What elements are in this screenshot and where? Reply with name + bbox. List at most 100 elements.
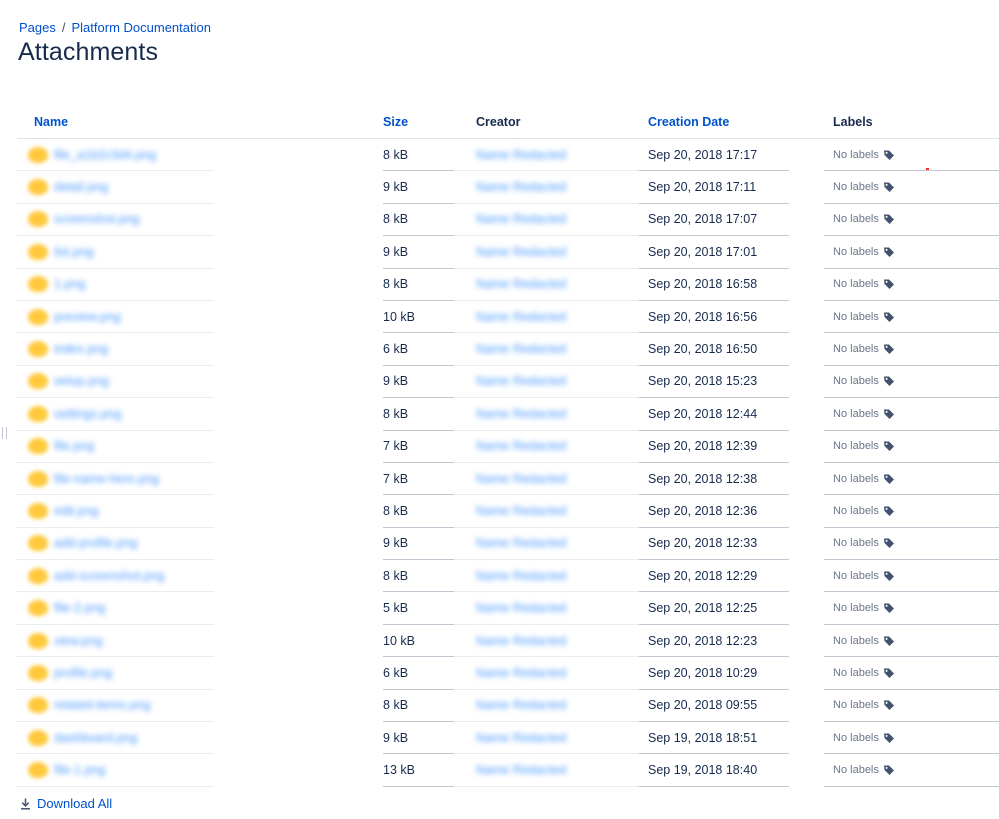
size-cell: 8 kB [383,494,455,528]
table-row: file-1.png 13 kB Name Redacted Sep 19, 2… [17,753,999,787]
file-name-link[interactable]: edit.png [54,504,98,518]
file-name-link[interactable]: file_a1b2c3d4.png [54,148,156,162]
creator-link[interactable]: Name Redacted [476,763,566,777]
creator-link[interactable]: Name Redacted [476,212,566,226]
creation-date-cell: Sep 20, 2018 15:23 [639,365,790,399]
table-row: screenshot.png 8 kB Name Redacted Sep 20… [17,203,999,237]
sidebar-resize-handle[interactable] [2,427,7,439]
creator-link[interactable]: Name Redacted [476,407,566,421]
image-file-icon [28,664,48,681]
size-cell: 5 kB [383,591,455,625]
tag-icon[interactable] [883,311,895,323]
file-name-link[interactable]: add-profile.png [54,536,137,550]
tag-icon[interactable] [883,667,895,679]
file-name-link[interactable]: related-items.png [54,698,151,712]
file-name-link[interactable]: screenshot.png [54,212,139,226]
tag-icon[interactable] [883,181,895,193]
creator-link[interactable]: Name Redacted [476,634,566,648]
creator-link[interactable]: Name Redacted [476,472,566,486]
size-cell: 10 kB [383,300,455,334]
file-name-link[interactable]: dashboard.png [54,731,137,745]
creator-link[interactable]: Name Redacted [476,439,566,453]
file-name-link[interactable]: settings.png [54,407,121,421]
tag-icon[interactable] [883,149,895,161]
creator-link[interactable]: Name Redacted [476,698,566,712]
labels-cell: No labels [824,689,999,723]
tag-icon[interactable] [883,278,895,290]
tag-icon[interactable] [883,375,895,387]
size-cell: 8 kB [383,268,455,301]
file-name-link[interactable]: file-1.png [54,763,105,777]
size-cell: 9 kB [383,170,455,204]
name-cell: view.png [17,624,214,658]
download-all-link[interactable]: Download All [20,796,112,811]
creator-cell: Name Redacted [454,591,640,625]
tag-icon[interactable] [883,473,895,485]
creator-link[interactable]: Name Redacted [476,342,566,356]
file-name-link[interactable]: 1.png [54,277,85,291]
creator-link[interactable]: Name Redacted [476,666,566,680]
tag-icon[interactable] [883,699,895,711]
creation-date-cell: Sep 20, 2018 17:01 [639,235,790,269]
breadcrumb-pages-link[interactable]: Pages [19,20,56,35]
column-header-size[interactable]: Size [383,106,455,139]
creator-link[interactable]: Name Redacted [476,569,566,583]
column-header-labels: Labels [824,106,999,139]
creator-link[interactable]: Name Redacted [476,180,566,194]
file-name-link[interactable]: profile.png [54,666,112,680]
creator-link[interactable]: Name Redacted [476,504,566,518]
tag-icon[interactable] [883,537,895,549]
creation-date-cell: Sep 20, 2018 12:39 [639,430,790,463]
file-name-link[interactable]: index.png [54,342,108,356]
tag-icon[interactable] [883,408,895,420]
creator-link[interactable]: Name Redacted [476,148,566,162]
file-name-link[interactable]: file-name-here.png [54,472,159,486]
creator-link[interactable]: Name Redacted [476,731,566,745]
file-name-link[interactable]: add-screenshot.png [54,569,165,583]
image-file-icon [28,470,48,487]
tag-icon[interactable] [883,602,895,614]
tag-icon[interactable] [883,635,895,647]
labels-cell: No labels [824,559,999,593]
tag-icon[interactable] [883,764,895,776]
creator-link[interactable]: Name Redacted [476,245,566,259]
image-file-icon [28,438,48,455]
tag-icon[interactable] [883,343,895,355]
tag-icon[interactable] [883,246,895,258]
column-header-name[interactable]: Name [17,106,384,139]
file-name-link[interactable]: file.png [54,439,94,453]
tag-icon[interactable] [883,570,895,582]
file-name-link[interactable]: setup.png [54,374,109,388]
name-cell: list.png [17,235,214,269]
column-header-creation-date[interactable]: Creation Date [639,106,825,139]
image-file-icon [28,146,48,163]
file-name-link[interactable]: detail.png [54,180,108,194]
breadcrumb-space-link[interactable]: Platform Documentation [72,20,211,35]
creator-link[interactable]: Name Redacted [476,536,566,550]
creator-link[interactable]: Name Redacted [476,277,566,291]
creator-link[interactable]: Name Redacted [476,374,566,388]
no-labels-text: No labels [833,343,879,356]
tag-icon[interactable] [883,440,895,452]
name-cell: detail.png [17,170,214,204]
labels-cell: No labels [824,591,999,625]
no-labels-text: No labels [833,310,879,323]
size-cell: 6 kB [383,332,455,366]
table-row: dashboard.png 9 kB Name Redacted Sep 19,… [17,721,999,755]
labels-cell: No labels [824,656,999,690]
image-file-icon [28,276,48,293]
creator-link[interactable]: Name Redacted [476,601,566,615]
image-file-icon [28,341,48,358]
tag-icon[interactable] [883,213,895,225]
file-name-link[interactable]: preview.png [54,310,121,324]
tag-icon[interactable] [883,732,895,744]
table-row: related-items.png 8 kB Name Redacted Sep… [17,689,999,723]
labels-cell: No labels [824,462,999,496]
file-name-link[interactable]: file-2.png [54,601,105,615]
file-name-link[interactable]: view.png [54,634,103,648]
creator-link[interactable]: Name Redacted [476,310,566,324]
file-name-link[interactable]: list.png [54,245,94,259]
labels-cell: No labels [824,624,999,658]
name-cell: preview.png [17,300,214,334]
tag-icon[interactable] [883,505,895,517]
